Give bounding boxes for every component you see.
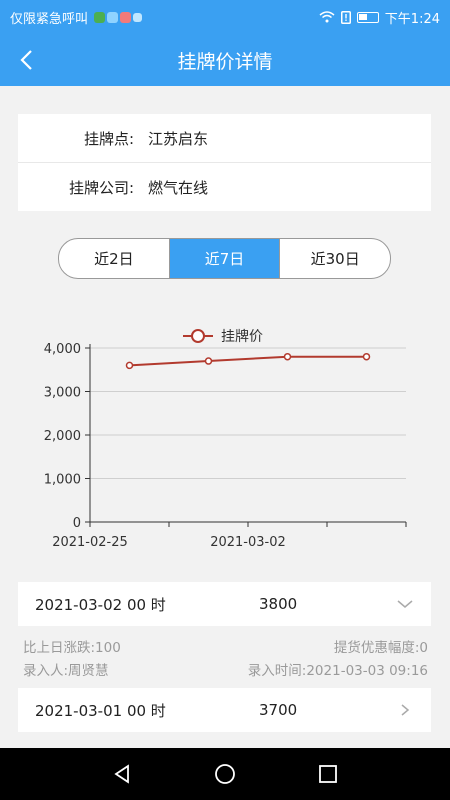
record-detail-line-2: 录入人:周贤慧 录入时间:2021-03-03 09:16 — [23, 659, 428, 679]
price-record-row[interactable]: 2021-03-01 00 时 3700 — [18, 688, 431, 732]
legend: 挂牌价 — [183, 328, 263, 345]
y-tick-label: 3,000 — [44, 386, 81, 401]
back-arrow-icon[interactable] — [14, 46, 42, 74]
y-tick-label: 2,000 — [44, 429, 81, 444]
legend-circle-marker — [191, 329, 205, 343]
title-bar: 挂牌价详情 — [0, 34, 450, 86]
listing-company-row: 挂牌公司: 燃气在线 — [18, 163, 431, 211]
data-point — [283, 352, 292, 361]
home-notification-icon — [120, 11, 132, 23]
tab-2-days[interactable]: 近2日 — [59, 239, 170, 278]
listing-point-value: 江苏启东 — [148, 129, 209, 148]
tab-30-days[interactable]: 近30日 — [280, 239, 390, 278]
listing-company-label: 挂牌公司: — [68, 178, 134, 197]
data-point — [362, 352, 371, 361]
page-title: 挂牌价详情 — [177, 50, 273, 73]
legend-label: 挂牌价 — [221, 328, 263, 345]
square-notification-icon — [133, 12, 143, 22]
battery-icon — [356, 11, 379, 23]
data-point — [125, 361, 134, 370]
app-notification-icon — [94, 11, 106, 23]
record-entered-time: 录入时间:2021-03-03 09:16 — [247, 663, 428, 679]
system-nav-bar — [0, 748, 450, 800]
record-date: 2021-03-01 00 时 — [35, 701, 166, 720]
back-triangle-icon[interactable] — [111, 763, 133, 785]
chevron-right-icon[interactable] — [397, 702, 413, 718]
listing-company-value: 燃气在线 — [148, 178, 209, 197]
wifi-icon — [319, 11, 335, 23]
series-line — [129, 355, 367, 367]
data-point — [204, 357, 213, 365]
info-card: 挂牌点: 江苏启东 挂牌公司: 燃气在线 — [18, 114, 431, 211]
price-line-chart: 挂牌价 0 1,000 2,000 3,000 4,000 2021-02-25 2021-… — [44, 328, 407, 550]
record-discount: 提货优惠幅度:0 — [333, 640, 428, 656]
record-date: 2021-03-02 00 时 — [35, 595, 166, 614]
tab-7-days[interactable]: 近7日 — [169, 239, 281, 278]
record-entered-by: 录入人:周贤慧 — [23, 663, 109, 679]
range-selector: 近2日 近7日 近30日 — [58, 238, 391, 279]
price-record-row[interactable]: 2021-03-02 00 时 3800 — [18, 582, 431, 626]
listing-point-row: 挂牌点: 江苏启东 — [18, 114, 431, 162]
listing-point-label: 挂牌点: — [83, 129, 134, 148]
y-tick-label: 4,000 — [44, 342, 81, 357]
message-notification-icon — [107, 11, 119, 23]
x-tick-label: 2021-02-25 — [52, 535, 128, 550]
record-detail-line-1: 比上日涨跌:100 提货优惠幅度:0 — [23, 636, 428, 656]
recent-apps-square-icon[interactable] — [317, 763, 339, 785]
home-circle-icon[interactable] — [214, 763, 236, 785]
record-change: 比上日涨跌:100 — [23, 640, 121, 656]
chevron-down-icon[interactable] — [397, 596, 413, 612]
clock: 下午1:24 — [384, 11, 440, 27]
emergency-call-notice: 仅限紧急呼叫 — [10, 11, 89, 27]
y-tick-label: 1,000 — [44, 473, 81, 488]
status-bar: 仅限紧急呼叫 下午1:24 — [0, 0, 450, 34]
sim-alert-icon — [340, 10, 351, 24]
x-tick-label: 2021-03-02 — [210, 535, 286, 550]
y-tick-label: 0 — [73, 516, 81, 531]
